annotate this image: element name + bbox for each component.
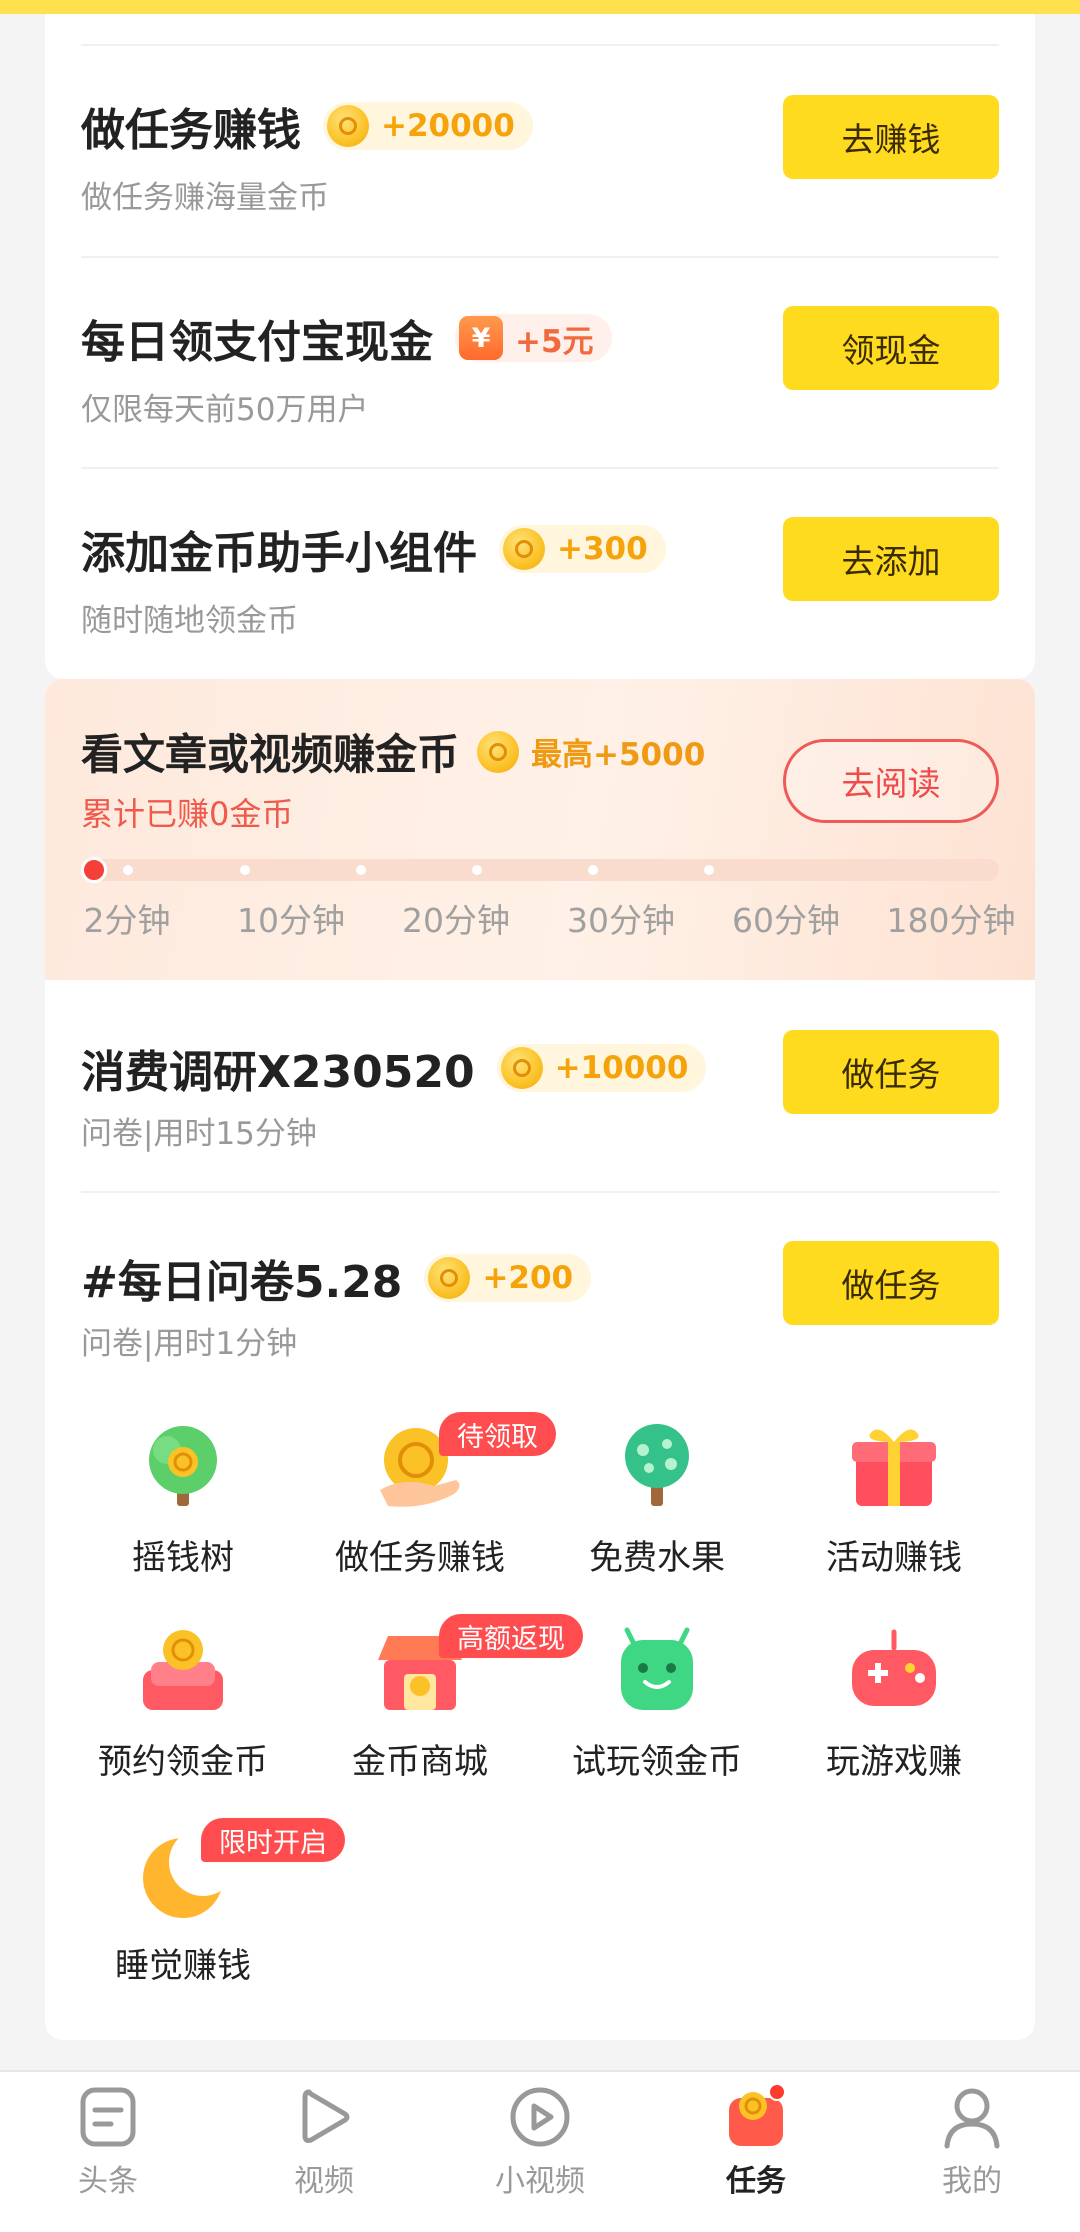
progress-tick: 60分钟 <box>732 901 840 940</box>
top-accent-strip <box>0 0 1080 14</box>
task-subtitle: 随时随地领金币 <box>81 603 298 639</box>
add-widget-button[interactable]: 去添加 <box>783 517 999 601</box>
coin-icon <box>428 1257 471 1299</box>
progress-tick: 10分钟 <box>237 901 345 940</box>
coin-icon <box>503 528 545 570</box>
divider <box>81 467 999 469</box>
do-task-button[interactable]: 做任务 <box>783 1241 999 1325</box>
news-icon <box>75 2084 141 2150</box>
progress-dot <box>123 865 133 875</box>
coin-icon <box>477 730 520 773</box>
reading-progress-track <box>81 857 999 883</box>
do-task-button[interactable]: 做任务 <box>783 1030 999 1114</box>
progress-tick: 2分钟 <box>83 901 171 940</box>
grid-item-reserve-coins[interactable]: 预约领金币 <box>63 1624 303 1783</box>
tab-headlines[interactable]: 头条 <box>28 2084 188 2200</box>
task-subtitle: 问卷|用时15分钟 <box>81 1116 317 1152</box>
grid-label: 预约领金币 <box>98 1742 268 1782</box>
feature-grid: 摇钱树 做任务赚钱 待领取 免费水果 活动赚钱 预约领金币 金币商城 高额返现 … <box>45 1404 1035 2040</box>
video-play-icon <box>291 2084 357 2150</box>
tab-label: 小视频 <box>495 2164 585 2199</box>
progress-dot <box>472 865 482 875</box>
task-title: 每日领支付宝现金 ¥ +5元 <box>81 306 612 370</box>
progress-dot <box>356 865 366 875</box>
tab-tasks[interactable]: 任务 <box>676 2083 836 2200</box>
coin-icon <box>327 105 369 147</box>
bottom-tab-bar: 头条 视频 小视频 任务 我的 <box>0 2070 1080 2232</box>
survey-task-card: 消费调研X230520 +10000 问卷|用时15分钟 做任务 #每日问卷5.… <box>45 980 1035 1405</box>
earn-button[interactable]: 去赚钱 <box>783 95 999 179</box>
earned-total: 累计已赚0金币 <box>81 795 294 833</box>
task-subtitle: 仅限每天前50万用户 <box>81 392 369 428</box>
progress-dot <box>240 865 250 875</box>
grid-label: 活动赚钱 <box>826 1538 962 1578</box>
progress-dot <box>704 865 714 875</box>
limited-time-badge: 限时开启 <box>201 1818 345 1862</box>
gift-box-icon <box>848 1420 940 1512</box>
grid-label: 玩游戏赚 <box>826 1742 962 1782</box>
tab-video[interactable]: 视频 <box>244 2084 404 2200</box>
task-subtitle: 问卷|用时1分钟 <box>81 1326 298 1362</box>
grid-label: 金币商城 <box>352 1742 488 1782</box>
progress-current-dot <box>81 857 107 883</box>
divider <box>81 256 999 258</box>
tab-label: 视频 <box>294 2164 354 2199</box>
grid-item-free-fruit[interactable]: 免费水果 <box>537 1420 777 1579</box>
grid-label: 睡觉赚钱 <box>115 1946 251 1986</box>
android-icon <box>611 1624 703 1716</box>
task-icon <box>723 2083 789 2150</box>
grid-label: 试玩领金币 <box>572 1742 742 1782</box>
task-subtitle: 做任务赚海量金币 <box>81 180 329 216</box>
reward-pill: +300 <box>499 525 666 573</box>
grid-item-activity[interactable]: 活动赚钱 <box>774 1420 1014 1579</box>
task-title: #每日问卷5.28 +200 <box>81 1246 592 1310</box>
progress-tick: 20分钟 <box>402 901 510 940</box>
money-tree-icon <box>137 1420 229 1512</box>
grid-label: 做任务赚钱 <box>335 1538 505 1578</box>
tab-short-video[interactable]: 小视频 <box>460 2084 620 2200</box>
grid-item-trial-play[interactable]: 试玩领金币 <box>537 1624 777 1783</box>
claim-cash-button[interactable]: 领现金 <box>783 306 999 390</box>
reward-pill: +200 <box>424 1254 592 1302</box>
reward-pill: ¥ +5元 <box>455 314 612 362</box>
task-list-card: 做任务赚钱 +20000 做任务赚海量金币 去赚钱 每日领支付宝现金 ¥ +5元… <box>45 14 1035 679</box>
coin-sofa-icon <box>137 1624 229 1716</box>
grid-label: 免费水果 <box>589 1538 725 1578</box>
yuan-icon: ¥ <box>459 316 503 360</box>
progress-dot <box>588 865 598 875</box>
coin-icon <box>500 1047 543 1089</box>
divider <box>81 1191 999 1193</box>
profile-icon <box>939 2084 1005 2150</box>
reward-pill: +20000 <box>323 102 533 150</box>
divider <box>81 44 999 46</box>
task-title: 添加金币助手小组件 +300 <box>81 517 666 581</box>
grid-label: 摇钱树 <box>132 1538 234 1578</box>
fruit-tree-icon <box>611 1420 703 1512</box>
task-title: 做任务赚钱 +20000 <box>81 94 533 158</box>
read-button[interactable]: 去阅读 <box>783 739 999 823</box>
reward-pill: +10000 <box>496 1044 707 1092</box>
reward-label: 最高+5000 <box>477 729 705 774</box>
short-video-icon <box>507 2084 573 2150</box>
tab-label: 我的 <box>942 2164 1002 2199</box>
tab-profile[interactable]: 我的 <box>892 2084 1052 2200</box>
read-task-card: 看文章或视频赚金币 最高+5000 累计已赚0金币 去阅读 2分钟 10分钟 2… <box>45 679 1035 981</box>
tab-label: 任务 <box>726 2164 786 2199</box>
grid-item-play-games[interactable]: 玩游戏赚 <box>774 1624 1014 1783</box>
progress-tick: 30分钟 <box>567 901 675 940</box>
grid-item-money-tree[interactable]: 摇钱树 <box>63 1420 303 1579</box>
read-task-title: 看文章或视频赚金币 最高+5000 <box>81 729 706 779</box>
tab-label: 头条 <box>78 2164 138 2199</box>
progress-tick: 180分钟 <box>886 901 1016 940</box>
gamepad-icon <box>848 1624 940 1716</box>
task-title: 消费调研X230520 +10000 <box>81 1036 707 1100</box>
